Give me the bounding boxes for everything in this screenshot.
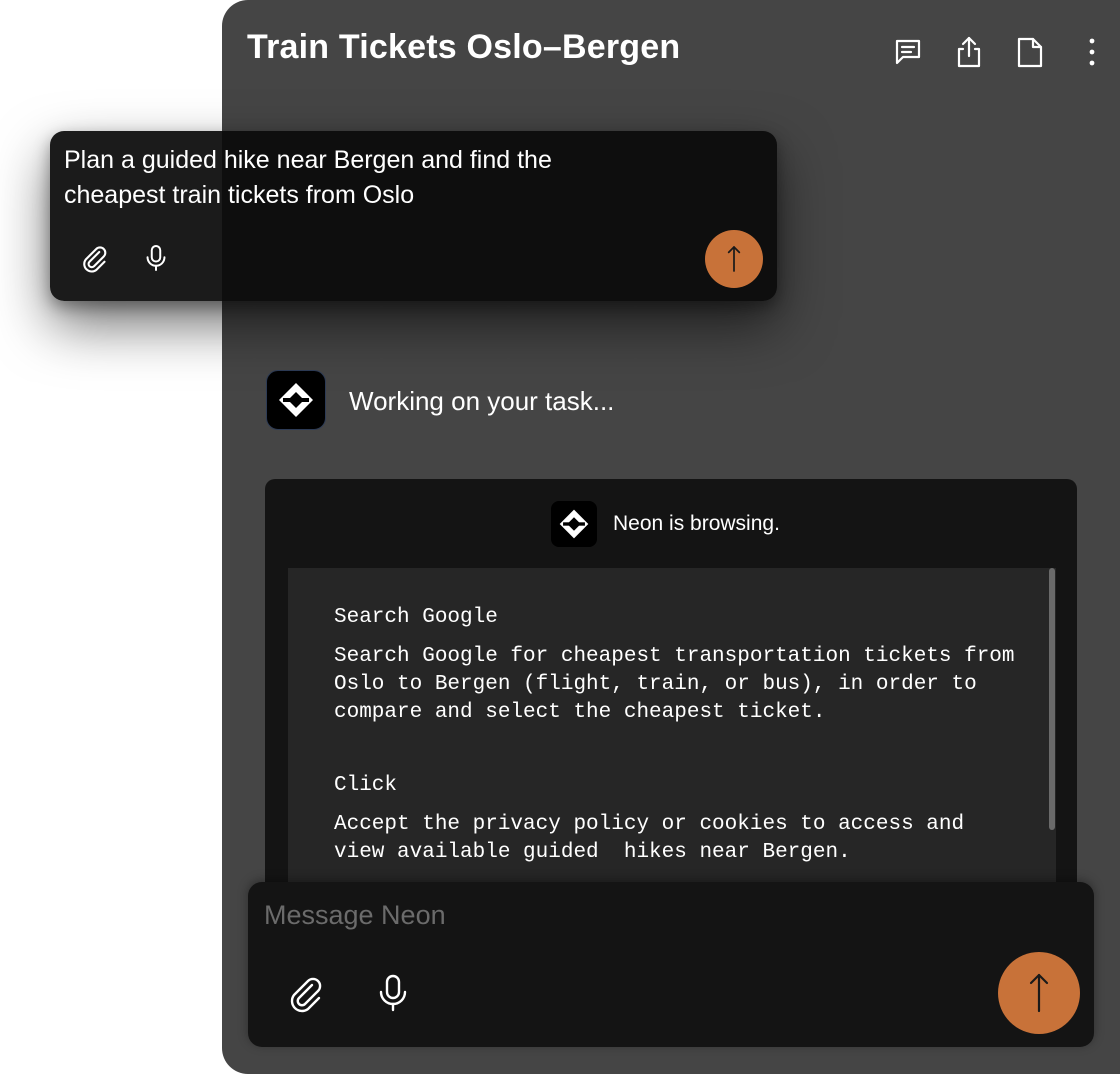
prompt-text[interactable]: Plan a guided hike near Bergen and find … xyxy=(64,143,584,213)
prompt-popup: Plan a guided hike near Bergen and find … xyxy=(50,131,777,301)
popup-attach-button[interactable] xyxy=(76,240,112,276)
attach-button[interactable] xyxy=(280,968,330,1018)
more-options-button[interactable] xyxy=(1070,30,1114,74)
share-icon xyxy=(957,36,981,68)
avatar xyxy=(266,370,326,430)
send-button[interactable] xyxy=(998,952,1080,1034)
document-button[interactable] xyxy=(1008,30,1052,74)
header-toolbar xyxy=(870,30,1120,74)
popup-send-button[interactable] xyxy=(705,230,763,288)
log-scrollbar[interactable] xyxy=(1049,568,1055,830)
status-text: Working on your task... xyxy=(349,386,615,416)
neon-logo-icon xyxy=(279,383,313,417)
neon-mini-logo xyxy=(551,501,597,547)
paperclip-icon xyxy=(83,246,107,273)
send-arrow-icon xyxy=(1029,973,1049,1013)
log-action: Click xyxy=(334,774,398,797)
microphone-icon xyxy=(146,245,166,271)
log-entry: Click Accept the privacy policy or cooki… xyxy=(334,774,1024,867)
send-arrow-icon xyxy=(727,246,741,272)
browsing-label: Neon is browsing. xyxy=(613,512,780,535)
message-composer xyxy=(248,882,1094,1047)
browsing-card: Neon is browsing. Search Google Search G… xyxy=(265,479,1077,899)
microphone-icon xyxy=(379,974,407,1012)
share-button[interactable] xyxy=(947,30,991,74)
page-title: Train Tickets Oslo–Bergen xyxy=(247,28,681,66)
popup-microphone-button[interactable] xyxy=(138,240,174,276)
chat-icon xyxy=(895,39,921,65)
log-entry: Search Google Search Google for cheapest… xyxy=(334,606,1024,727)
log-description: Accept the privacy policy or cookies to … xyxy=(334,813,977,864)
more-vertical-icon xyxy=(1089,38,1095,66)
message-input[interactable] xyxy=(262,894,966,936)
neon-logo-icon xyxy=(559,509,589,539)
log-description: Search Google for cheapest transportatio… xyxy=(334,645,1028,724)
log-action: Search Google xyxy=(334,606,498,629)
action-log[interactable]: Search Google Search Google for cheapest… xyxy=(288,568,1056,899)
microphone-button[interactable] xyxy=(368,968,418,1018)
paperclip-icon xyxy=(290,977,322,1013)
chat-button[interactable] xyxy=(886,30,930,74)
document-icon xyxy=(1017,37,1043,68)
